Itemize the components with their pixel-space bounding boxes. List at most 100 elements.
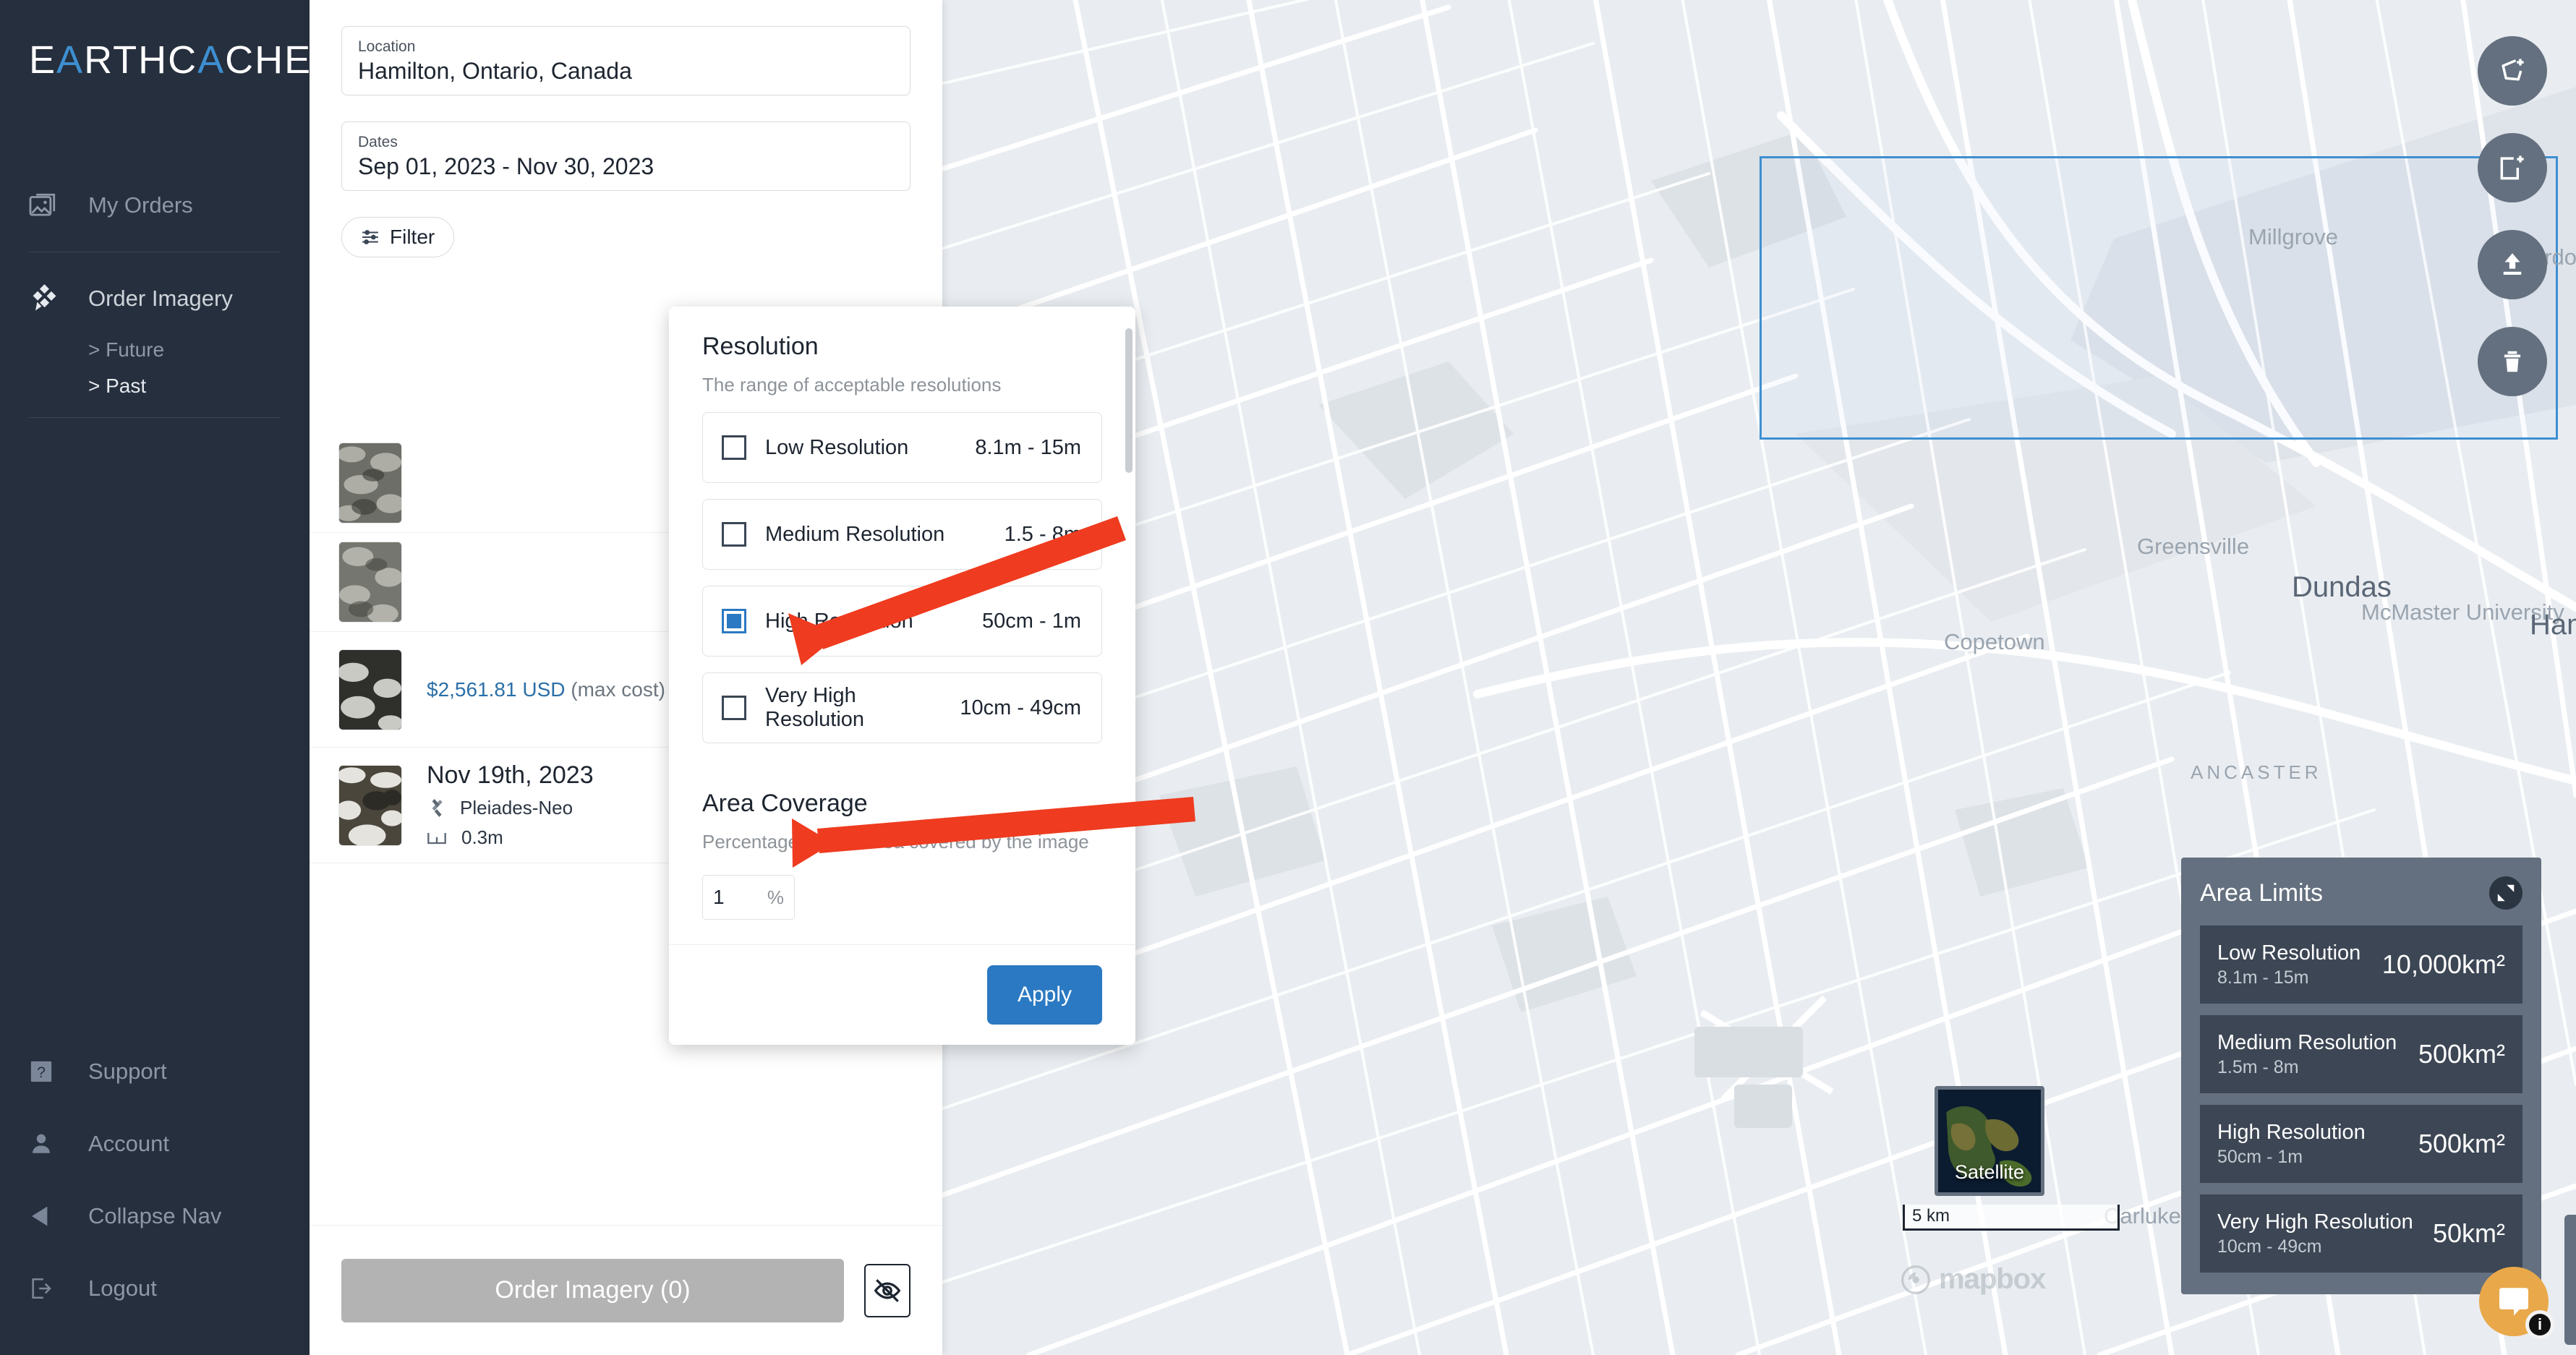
checkbox-icon[interactable]: [722, 696, 746, 720]
mapbox-attribution[interactable]: mapbox: [1900, 1263, 2046, 1296]
filter-popover-footer: Apply: [669, 944, 1135, 1045]
sidebar-item-label: Order Imagery: [88, 286, 233, 311]
sidebar-item-label: Logout: [88, 1275, 157, 1301]
resolution-option-label: Low Resolution: [765, 435, 909, 459]
filter-popover: Resolution The range of acceptable resol…: [669, 307, 1135, 1045]
upload-aoi-button[interactable]: [2478, 230, 2547, 299]
sidebar-item-label: My Orders: [88, 192, 193, 218]
sidebar-item-collapse-nav[interactable]: Collapse Nav: [0, 1180, 310, 1252]
brand-logo[interactable]: EARTHCACHE: [0, 0, 310, 82]
popover-scrollbar[interactable]: [1125, 328, 1133, 473]
satellite-icon: [29, 283, 67, 315]
sidebar-subitem-past[interactable]: > Past: [0, 368, 310, 404]
result-resolution-value: 0.3m: [461, 826, 503, 848]
area-limit-value: 10,000km²: [2381, 949, 2505, 979]
map-scale-label: 5 km: [1912, 1206, 1950, 1226]
panel-bottom-bar: Order Imagery (0): [310, 1225, 942, 1355]
area-coverage-unit: %: [767, 886, 784, 908]
rectangle-plus-icon: [2496, 152, 2528, 184]
area-limits-panel: Area Limits Low Resolution 8.1m - 15m 10…: [2181, 858, 2541, 1294]
resolution-section-title: Resolution: [702, 333, 819, 360]
filter-popover-body: Resolution The range of acceptable resol…: [669, 307, 1135, 944]
area-limit-row-medium: Medium Resolution 1.5m - 8m 500km²: [2200, 1015, 2522, 1093]
sidebar-nav-top: My Orders Order Imagery > Future > Past: [0, 172, 310, 418]
result-thumbnail: [338, 764, 402, 846]
help-info-badge[interactable]: i: [2525, 1310, 2554, 1339]
result-price-note: (max cost): [571, 678, 665, 701]
area-coverage-value: 1: [713, 886, 725, 908]
map-style-switcher[interactable]: Satellite: [1935, 1086, 2044, 1196]
area-limit-value: 500km²: [2418, 1039, 2505, 1069]
ruler-icon: [427, 830, 447, 846]
polygon-plus-icon: [2496, 55, 2528, 87]
order-imagery-button[interactable]: Order Imagery (0): [341, 1258, 844, 1322]
sidebar: EARTHCACHE My Orders Order Imagery > Fut…: [0, 0, 310, 1355]
toggle-footprints-button[interactable]: [864, 1263, 910, 1317]
apply-button[interactable]: Apply: [986, 965, 1102, 1025]
resolution-option-high[interactable]: High Resolution 50cm - 1m: [702, 586, 1102, 657]
sidebar-item-logout[interactable]: Logout: [0, 1252, 310, 1325]
draw-polygon-button[interactable]: [2478, 36, 2547, 106]
result-satellite-name: Pleiades-Neo: [460, 797, 573, 818]
area-limit-value: 50km²: [2432, 1218, 2505, 1248]
area-limit-range: 10cm - 49cm: [2217, 1236, 2322, 1257]
location-field[interactable]: Location Hamilton, Ontario, Canada: [341, 26, 910, 95]
delete-aoi-button[interactable]: [2478, 327, 2547, 396]
sidebar-item-label: Collapse Nav: [88, 1203, 222, 1228]
dates-field-value: Sep 01, 2023 - Nov 30, 2023: [358, 153, 654, 179]
area-limits-collapse-button[interactable]: [2489, 876, 2522, 910]
area-limit-value: 500km²: [2418, 1129, 2505, 1158]
sidebar-item-label: Account: [88, 1131, 170, 1156]
map-canvas[interactable]: HEADON FOREST Millgrove Waterdown Burlin…: [942, 0, 2576, 1355]
checkbox-icon[interactable]: [722, 522, 746, 547]
sidebar-divider-2: [29, 417, 281, 418]
collapse-arrows-icon: [2495, 882, 2517, 904]
area-limit-row-low: Low Resolution 8.1m - 15m 10,000km²: [2200, 926, 2522, 1004]
draw-rectangle-button[interactable]: [2478, 133, 2547, 202]
area-limit-name: High Resolution: [2217, 1121, 2366, 1144]
area-coverage-input[interactable]: 1 %: [702, 875, 795, 920]
area-limit-row-very-high: Very High Resolution 10cm - 49cm 50km²: [2200, 1194, 2522, 1273]
sidebar-item-order-imagery[interactable]: Order Imagery: [0, 265, 310, 332]
logout-icon: [29, 1276, 67, 1301]
area-limit-name: Low Resolution: [2217, 941, 2361, 965]
help-chat-button[interactable]: i: [2479, 1267, 2554, 1339]
sidebar-item-account[interactable]: Account: [0, 1108, 310, 1180]
area-limit-range: 50cm - 1m: [2217, 1147, 2303, 1167]
trash-icon: [2499, 347, 2526, 376]
area-limits-title: Area Limits: [2200, 879, 2324, 907]
dates-field[interactable]: Dates Sep 01, 2023 - Nov 30, 2023: [341, 121, 910, 191]
filter-sliders-icon: [361, 228, 380, 247]
resolution-option-very-high[interactable]: Very High Resolution 10cm - 49cm: [702, 672, 1102, 743]
sidebar-subitem-future[interactable]: > Future: [0, 332, 310, 368]
dates-field-label: Dates: [358, 134, 398, 150]
image-gallery-icon: [29, 192, 67, 218]
search-results-panel: Location Hamilton, Ontario, Canada Dates…: [310, 0, 1135, 1355]
sidebar-item-support[interactable]: ? Support: [0, 1035, 310, 1108]
intercom-chat-icon: [2496, 1283, 2532, 1320]
resolution-option-medium[interactable]: Medium Resolution 1.5 - 8m: [702, 499, 1102, 570]
area-limit-range: 8.1m - 15m: [2217, 967, 2309, 988]
triangle-left-icon: [29, 1204, 67, 1228]
area-coverage-section-title: Area Coverage: [702, 790, 868, 817]
checkbox-checked-icon[interactable]: [722, 609, 746, 633]
filter-button[interactable]: Filter: [341, 217, 455, 257]
area-limit-range: 1.5m - 8m: [2217, 1057, 2299, 1077]
help-info-badge-label: i: [2529, 1314, 2551, 1335]
eye-off-icon: [873, 1278, 902, 1304]
polygon-area-badge: Polygon Area: 272.526 km²: [2564, 1215, 2576, 1345]
resolution-option-label: Medium Resolution: [765, 522, 945, 546]
area-limit-name: Very High Resolution: [2217, 1210, 2413, 1234]
mapbox-attribution-label: mapbox: [1939, 1263, 2046, 1295]
resolution-option-label: High Resolution: [765, 609, 913, 633]
upload-icon: [2497, 249, 2528, 280]
resolution-option-label: Very High Resolution: [765, 684, 865, 731]
sidebar-item-my-orders[interactable]: My Orders: [0, 172, 310, 239]
area-coverage-section-subtitle: Percentage of your area covered by the i…: [702, 831, 1089, 852]
resolution-option-range: 10cm - 49cm: [960, 696, 1081, 719]
resolution-option-low[interactable]: Low Resolution 8.1m - 15m: [702, 412, 1102, 483]
aoi-rectangle[interactable]: [1760, 156, 2558, 440]
checkbox-icon[interactable]: [722, 435, 746, 460]
question-mark-icon: ?: [29, 1059, 67, 1084]
map-tool-buttons: [2478, 36, 2547, 396]
